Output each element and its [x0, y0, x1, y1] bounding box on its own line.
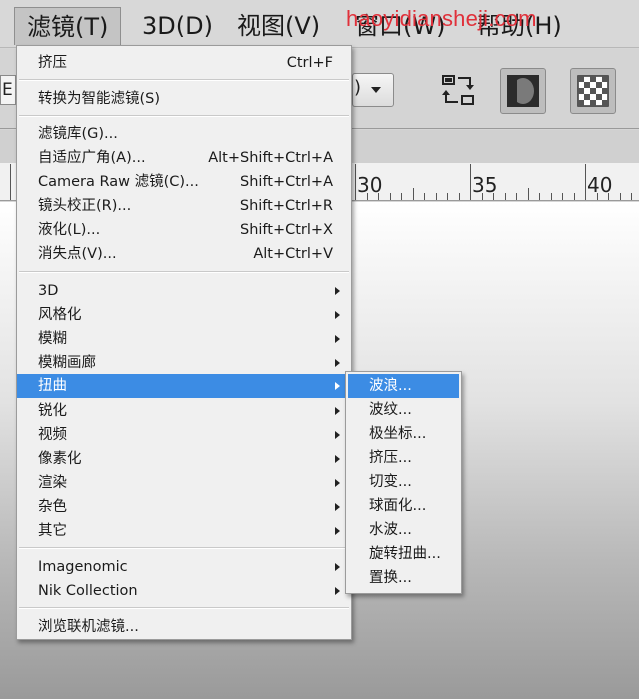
submenu-arrow-icon — [335, 527, 340, 535]
menu-separator — [19, 271, 349, 273]
menu-item-3d[interactable]: 3D — [17, 279, 351, 303]
ruler-tick — [527, 188, 529, 200]
submenu-item-spherize[interactable]: 球面化... — [348, 494, 459, 518]
menu-item-render[interactable]: 渲染 — [17, 471, 351, 495]
menu-separator — [19, 547, 349, 549]
submenu-item-polar-coordinates[interactable]: 极坐标... — [348, 422, 459, 446]
checkerboard-icon — [577, 75, 609, 107]
ruler-tick — [389, 193, 391, 200]
menu-separator — [19, 115, 349, 117]
menu-separator — [19, 79, 349, 81]
menu-filter[interactable]: 滤镜(T) — [14, 7, 122, 45]
ruler-label-35: 35 — [472, 173, 498, 197]
submenu-arrow-icon — [335, 407, 340, 415]
submenu-arrow-icon — [335, 563, 340, 571]
menu-3d[interactable]: 3D(D) — [130, 7, 225, 45]
layer-mask-icon — [507, 75, 539, 107]
submenu-arrow-icon — [335, 287, 340, 295]
menu-item-nik-collection[interactable]: Nik Collection — [17, 579, 351, 603]
menu-item-browse-online-filters[interactable]: 浏览联机滤镜... — [17, 615, 351, 639]
submenu-arrow-icon — [335, 359, 340, 367]
ruler-tick — [458, 193, 460, 200]
ruler-tick — [412, 188, 414, 200]
ruler-tick — [470, 164, 471, 200]
menu-item-convert-smart-filter[interactable]: 转换为智能滤镜(S) — [17, 87, 351, 111]
submenu-arrow-icon — [335, 311, 340, 319]
submenu-arrow-icon — [335, 335, 340, 343]
ruler-label-40: 40 — [587, 173, 613, 197]
submenu-arrow-icon — [335, 479, 340, 487]
submenu-arrow-icon — [335, 503, 340, 511]
menu-item-adaptive-wide-angle[interactable]: 自适应广角(A)... Alt+Shift+Ctrl+A — [17, 146, 351, 170]
ruler-tick — [573, 193, 575, 200]
submenu-arrow-icon — [335, 455, 340, 463]
menu-item-noise[interactable]: 杂色 — [17, 495, 351, 519]
submenu-arrow-icon — [335, 431, 340, 439]
menu-item-video[interactable]: 视频 — [17, 423, 351, 447]
menu-item-liquify[interactable]: 液化(L)... Shift+Ctrl+X — [17, 218, 351, 242]
ruler-label-30: 30 — [357, 173, 383, 197]
menu-item-imagenomic[interactable]: Imagenomic — [17, 555, 351, 579]
watermark-text: haoyidiansheji.com — [346, 6, 537, 31]
ruler-tick — [562, 193, 563, 200]
ruler-tick — [631, 193, 632, 200]
filter-menu: 挤压 Ctrl+F 转换为智能滤镜(S) 滤镜库(G)... 自适应广角(A)..… — [16, 45, 352, 640]
submenu-arrow-icon — [335, 382, 340, 390]
submenu-item-wave[interactable]: 波浪... — [348, 374, 459, 398]
ruler-tick — [401, 193, 402, 200]
distort-submenu: 波浪... 波纹... 极坐标... 挤压... 切变... 球面化... 水波… — [345, 371, 462, 594]
submenu-item-zigzag[interactable]: 水波... — [348, 518, 459, 542]
ruler-tick — [619, 193, 621, 200]
menu-item-pixelate[interactable]: 像素化 — [17, 447, 351, 471]
menu-item-distort[interactable]: 扭曲 — [17, 374, 351, 398]
menu-item-blur[interactable]: 模糊 — [17, 327, 351, 351]
ruler-tick — [516, 193, 517, 200]
menu-view[interactable]: 视图(V) — [225, 7, 332, 45]
menu-item-stylize[interactable]: 风格化 — [17, 303, 351, 327]
submenu-arrow-icon — [335, 587, 340, 595]
ruler-tick — [424, 193, 425, 200]
ruler-tick — [550, 193, 552, 200]
layer-mask-button[interactable] — [500, 68, 546, 114]
ruler-tick — [504, 193, 506, 200]
ruler-tick — [10, 164, 11, 200]
ruler-tick — [447, 193, 448, 200]
dropdown-edge-text: ) — [354, 77, 362, 98]
options-dropdown[interactable]: ) — [352, 73, 394, 107]
menu-item-last-filter[interactable]: 挤压 Ctrl+F — [17, 51, 351, 75]
transparency-button[interactable] — [570, 68, 616, 114]
ruler-tick — [355, 164, 356, 200]
options-left-field[interactable]: E — [0, 75, 16, 105]
dropdown-arrow-icon — [371, 87, 381, 93]
menu-separator — [19, 607, 349, 609]
submenu-item-shear[interactable]: 切变... — [348, 470, 459, 494]
swap-arrows-button[interactable] — [436, 68, 482, 114]
submenu-item-displace[interactable]: 置换... — [348, 566, 459, 590]
ruler-tick — [435, 193, 437, 200]
menu-item-blur-gallery[interactable]: 模糊画廊 — [17, 351, 351, 375]
ruler-tick — [585, 164, 586, 200]
menu-item-vanishing-point[interactable]: 消失点(V)... Alt+Ctrl+V — [17, 242, 351, 266]
submenu-item-pinch[interactable]: 挤压... — [348, 446, 459, 470]
menu-item-lens-correction[interactable]: 镜头校正(R)... Shift+Ctrl+R — [17, 194, 351, 218]
swap-arrows-icon — [442, 75, 474, 105]
menu-item-other[interactable]: 其它 — [17, 519, 351, 543]
ruler-tick — [539, 193, 540, 200]
menu-item-sharpen[interactable]: 锐化 — [17, 399, 351, 423]
menu-item-filter-gallery[interactable]: 滤镜库(G)... — [17, 122, 351, 146]
menu-bar: 滤镜(T) 3D(D) 视图(V) 窗口(W) 帮助(H) haoyidians… — [0, 0, 639, 48]
menu-item-camera-raw[interactable]: Camera Raw 滤镜(C)... Shift+Ctrl+A — [17, 170, 351, 194]
submenu-item-ripple[interactable]: 波纹... — [348, 398, 459, 422]
submenu-item-twirl[interactable]: 旋转扭曲... — [348, 542, 459, 566]
